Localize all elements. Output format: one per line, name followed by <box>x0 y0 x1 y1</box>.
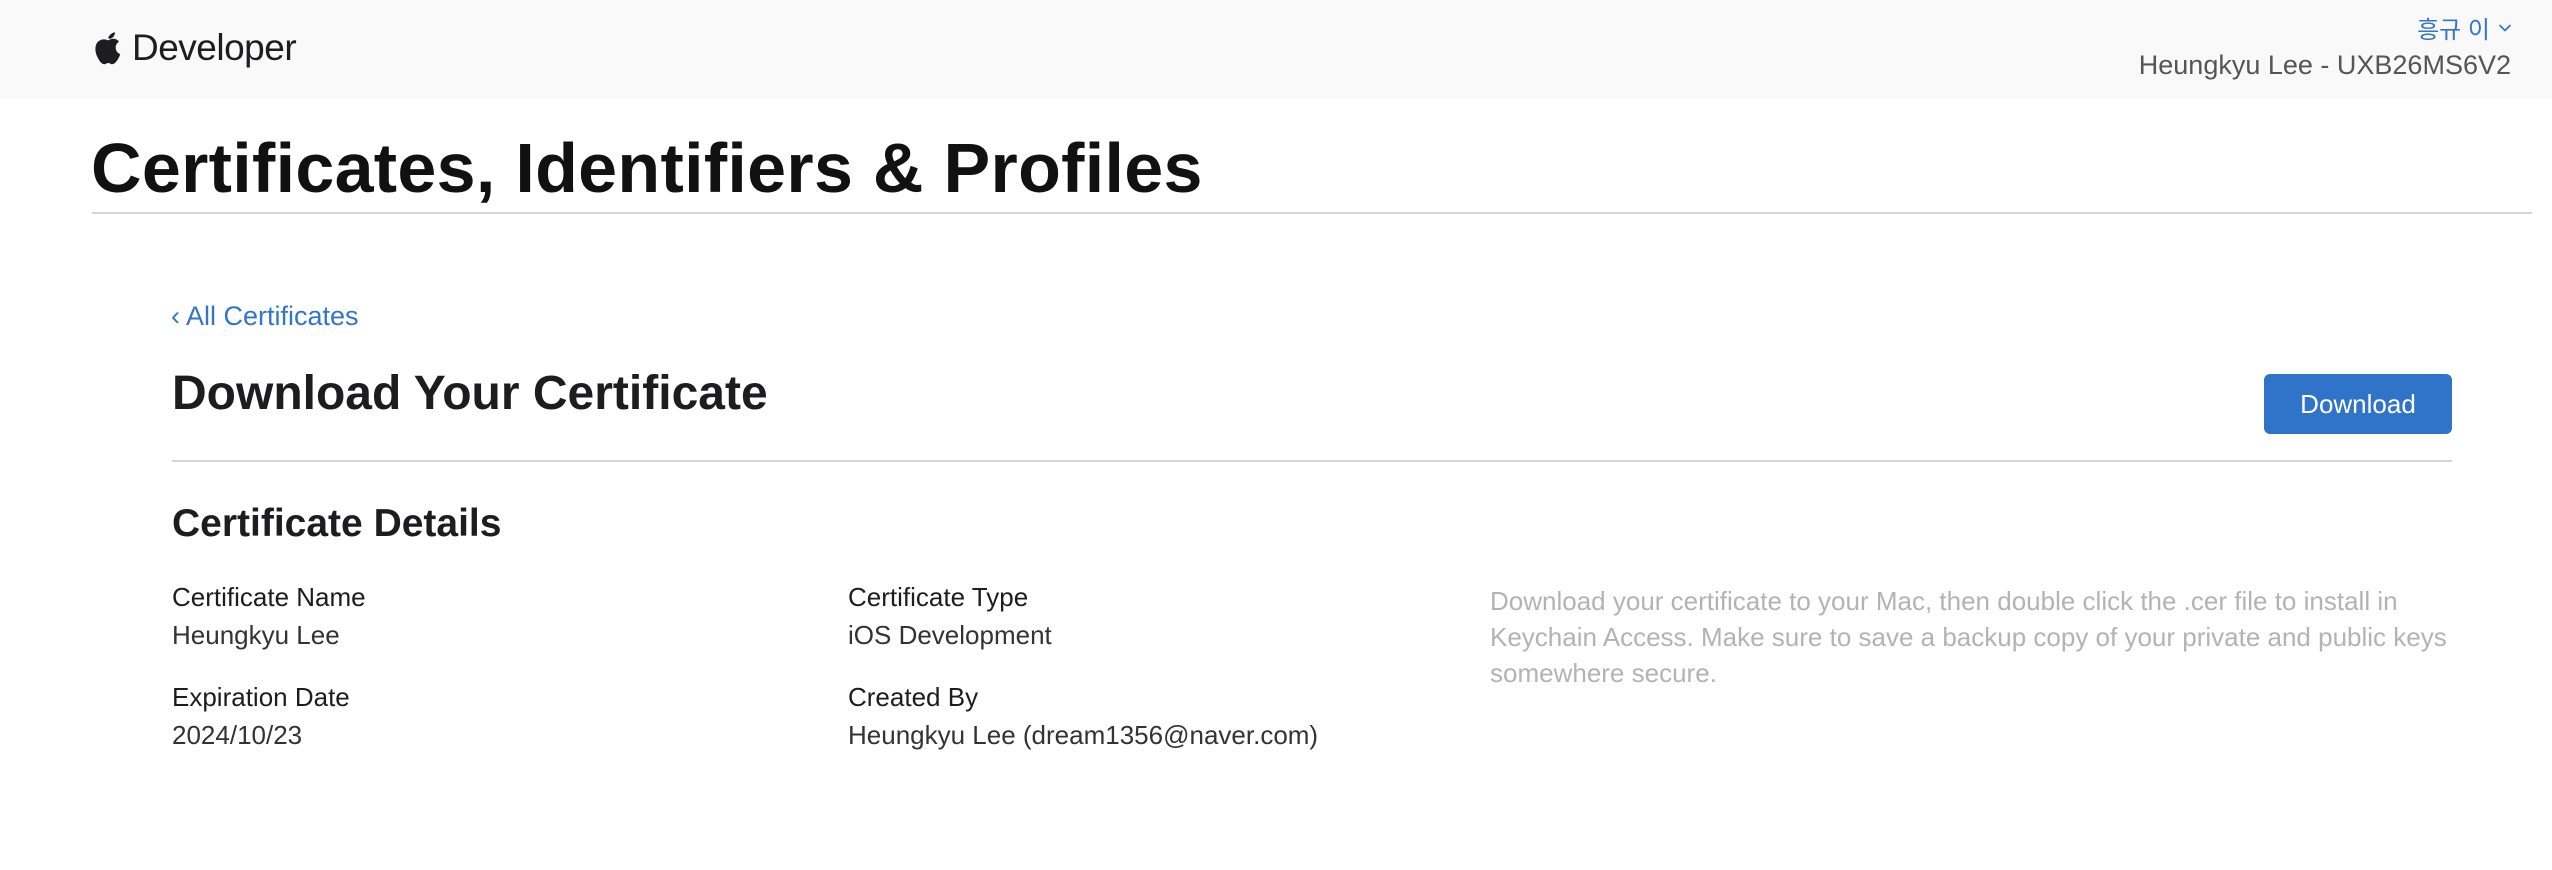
all-certificates-link[interactable]: ‹ All Certificates <box>171 301 359 332</box>
expiration-date-value: 2024/10/23 <box>172 720 303 750</box>
developer-home-link[interactable]: Developer <box>92 18 297 78</box>
title-divider <box>92 212 2532 214</box>
brand-label: Developer <box>132 27 297 68</box>
user-menu-button[interactable]: 흥규 이 <box>2417 10 2512 45</box>
content-divider <box>172 460 2452 462</box>
certificate-name-value: Heungkyu Lee <box>172 620 340 650</box>
certificate-type-value: iOS Development <box>848 620 1052 650</box>
certificate-name-label: Certificate Name <box>172 582 366 612</box>
team-name: Heungkyu Lee - UXB26MS6V2 <box>2138 50 2511 80</box>
all-certificates-label: All Certificates <box>186 301 359 331</box>
download-certificate-heading: Download Your Certificate <box>172 367 768 420</box>
download-instructions: Download your certificate to your Mac, t… <box>1490 586 2447 688</box>
certificate-type-label: Certificate Type <box>848 582 1029 612</box>
certificate-details-heading: Certificate Details <box>172 502 502 545</box>
expiration-date-label: Expiration Date <box>172 682 350 712</box>
created-by-value: Heungkyu Lee (dream1356@naver.com) <box>848 720 1319 750</box>
user-menu-label: 흥규 이 <box>2417 17 2490 44</box>
chevron-down-icon <box>2499 24 2511 31</box>
created-by-label: Created By <box>848 682 979 712</box>
chevron-left-icon: ‹ <box>171 301 180 331</box>
apple-logo-icon <box>95 32 121 65</box>
page-title: Certificates, Identifiers & Profiles <box>91 129 1203 207</box>
download-button[interactable]: Download <box>2264 374 2452 434</box>
global-header: Developer 흥규 이 Heungkyu Lee - UXB26MS6V2 <box>0 0 2552 99</box>
